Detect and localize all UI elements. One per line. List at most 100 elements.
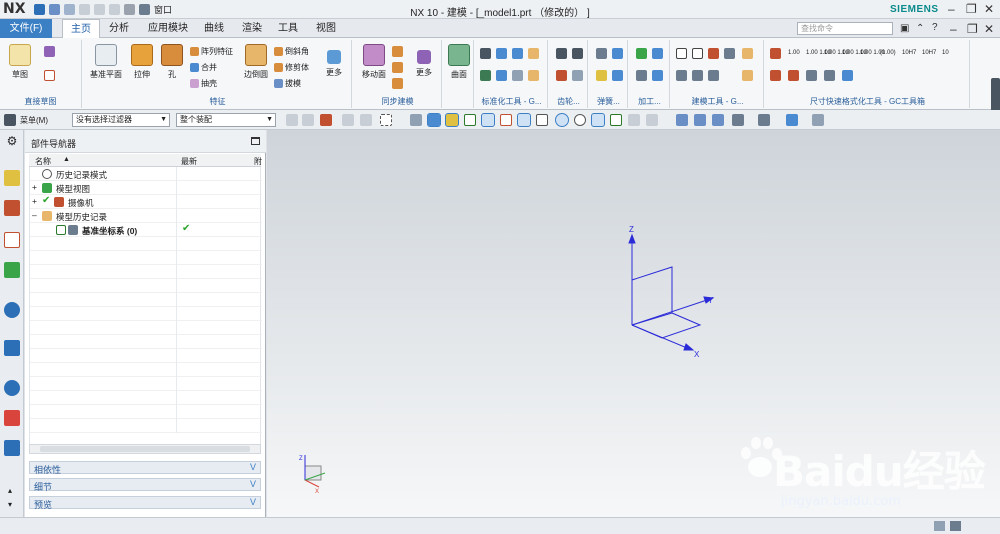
tab-view[interactable]: 视图 — [310, 19, 342, 38]
reuse-library-icon[interactable] — [4, 262, 20, 278]
sync-tool-3-icon[interactable] — [392, 78, 403, 89]
intersection-snap-icon[interactable] — [517, 113, 531, 127]
spring-tool-1-icon[interactable] — [596, 48, 607, 59]
tab-curve[interactable]: 曲线 — [198, 19, 230, 38]
snap-tool-1-icon[interactable] — [286, 114, 298, 126]
spring-tool-2-icon[interactable] — [612, 48, 623, 59]
std-tool-7-icon[interactable] — [512, 70, 523, 81]
machining-tool-2-icon[interactable] — [652, 48, 663, 59]
collapse-icon[interactable]: – — [32, 210, 37, 220]
status-tool-1-icon[interactable] — [934, 521, 945, 531]
draft-button[interactable]: 拔模 — [274, 78, 301, 89]
build-tool-8-icon[interactable] — [742, 48, 753, 59]
help-icon[interactable]: ? — [932, 22, 938, 33]
quadrant-snap-icon[interactable] — [574, 114, 586, 126]
more-sync-button[interactable]: 更多 — [406, 44, 442, 78]
toolbar-toggle-icon[interactable]: ▣ — [900, 23, 909, 34]
sketch-button[interactable]: 草图 — [2, 44, 38, 80]
tab-application[interactable]: 应用模块 — [140, 19, 196, 38]
point-snap-icon[interactable] — [591, 113, 605, 127]
sync-tool-1-icon[interactable] — [392, 46, 403, 57]
build-tool-5-icon[interactable] — [676, 70, 687, 81]
build-tool-3-icon[interactable] — [708, 48, 719, 59]
process-studio-icon[interactable] — [4, 440, 20, 456]
doc-minimize-icon[interactable]: – — [950, 22, 957, 36]
tree-row-history-mode[interactable]: 历史记录模式 — [30, 167, 262, 181]
machining-tool-1-icon[interactable] — [636, 48, 647, 59]
gear-icon[interactable]: ⚙ — [4, 134, 20, 150]
std-tool-2-icon[interactable] — [496, 48, 507, 59]
visibility-icon[interactable] — [812, 114, 824, 126]
std-tool-5-icon[interactable] — [480, 70, 491, 81]
machining-tool-4-icon[interactable] — [652, 70, 663, 81]
center-snap-icon[interactable] — [555, 113, 569, 127]
dim-tool-6-icon[interactable] — [842, 70, 853, 81]
maximize-icon[interactable] — [251, 137, 260, 145]
constraint-navigator-icon[interactable] — [4, 200, 20, 216]
line-snap-icon[interactable] — [610, 114, 622, 126]
menu-button[interactable]: 菜单(M) — [20, 115, 48, 126]
tab-home[interactable]: 主页 — [62, 19, 100, 38]
snap-tool-4-icon[interactable] — [342, 114, 354, 126]
snap-tool-7-icon[interactable] — [646, 114, 658, 126]
tab-file[interactable]: 文件(F) — [0, 19, 52, 38]
endpoint-snap-icon[interactable] — [464, 114, 476, 126]
gear-tool-2-icon[interactable] — [572, 48, 583, 59]
dim-format-1[interactable]: 1.00 — [788, 50, 800, 56]
build-tool-6-icon[interactable] — [692, 70, 703, 81]
std-tool-8-icon[interactable] — [528, 70, 539, 81]
hole-button[interactable]: 孔 — [154, 44, 190, 80]
chamfer-button[interactable]: 倒斜角 — [274, 46, 309, 57]
panel-details[interactable]: 细节 V — [29, 478, 261, 492]
tab-tools[interactable]: 工具 — [272, 19, 304, 38]
trim-body-button[interactable]: 修剪体 — [274, 62, 309, 73]
collapse-ribbon-icon[interactable]: ⌃ — [916, 23, 924, 34]
more-feature-button[interactable]: 更多 — [316, 44, 352, 78]
menu-icon[interactable] — [4, 114, 16, 126]
spring-tool-3-icon[interactable] — [596, 70, 607, 81]
system-materials-icon[interactable] — [4, 410, 20, 426]
dim-tool-3-icon[interactable] — [788, 70, 799, 81]
render-style-icon[interactable] — [758, 114, 770, 126]
tab-analysis[interactable]: 分析 — [102, 19, 136, 38]
scrollbar-thumb[interactable] — [40, 446, 250, 452]
part-navigator-icon[interactable] — [4, 232, 20, 248]
std-tool-3-icon[interactable] — [512, 48, 523, 59]
select-body-icon[interactable] — [427, 113, 441, 127]
view-layout-icon[interactable] — [732, 114, 744, 126]
gear-tool-1-icon[interactable] — [556, 48, 567, 59]
resource-bar-scroll-up-icon[interactable]: ▴ — [8, 486, 12, 495]
dim-tool-5-icon[interactable] — [824, 70, 835, 81]
command-search-input[interactable]: 查找命令 — [797, 22, 893, 35]
tree-row-cameras[interactable]: + ✔ 摄像机 — [30, 195, 262, 209]
panel-dependencies[interactable]: 相依性 V — [29, 461, 261, 475]
sync-tool-2-icon[interactable] — [392, 62, 403, 73]
shell-button[interactable]: 抽壳 — [190, 78, 217, 89]
surface-button[interactable]: 曲面 — [441, 44, 477, 80]
perpendicular-snap-icon[interactable] — [536, 114, 548, 126]
minimize-icon[interactable]: – — [948, 2, 955, 16]
expand-icon[interactable]: + — [32, 182, 37, 192]
history-icon[interactable] — [4, 380, 20, 396]
build-tool-4-icon[interactable] — [724, 48, 735, 59]
navigator-horizontal-scrollbar[interactable] — [29, 444, 261, 454]
rectangle-icon[interactable] — [44, 70, 55, 81]
dim-format-6[interactable]: (1.00) — [880, 50, 896, 56]
curve-snap-icon[interactable] — [500, 114, 512, 126]
view-tool-icon[interactable] — [410, 114, 422, 126]
pattern-feature-button[interactable]: 阵列特征 — [190, 46, 233, 57]
snap-tool-6-icon[interactable] — [628, 114, 640, 126]
tree-row-datum-csys[interactable]: 基准坐标系 (0) ✔ — [30, 223, 262, 237]
move-face-button[interactable]: 移动面 — [356, 44, 392, 80]
dim-tool-1-icon[interactable] — [770, 48, 781, 59]
build-tool-9-icon[interactable] — [742, 70, 753, 81]
std-tool-6-icon[interactable] — [496, 70, 507, 81]
rectangle-select-icon[interactable] — [380, 114, 392, 126]
datum-plane-button[interactable]: 基准平面 — [88, 44, 124, 80]
column-name[interactable]: 名称 — [35, 156, 51, 167]
assembly-scope-dropdown[interactable]: 整个装配 ▼ — [176, 113, 276, 127]
status-tool-2-icon[interactable] — [950, 521, 961, 531]
rotate-icon[interactable] — [712, 114, 724, 126]
unite-button[interactable]: 合并 — [190, 62, 217, 73]
sort-ascending-icon[interactable]: ▲ — [63, 156, 70, 163]
